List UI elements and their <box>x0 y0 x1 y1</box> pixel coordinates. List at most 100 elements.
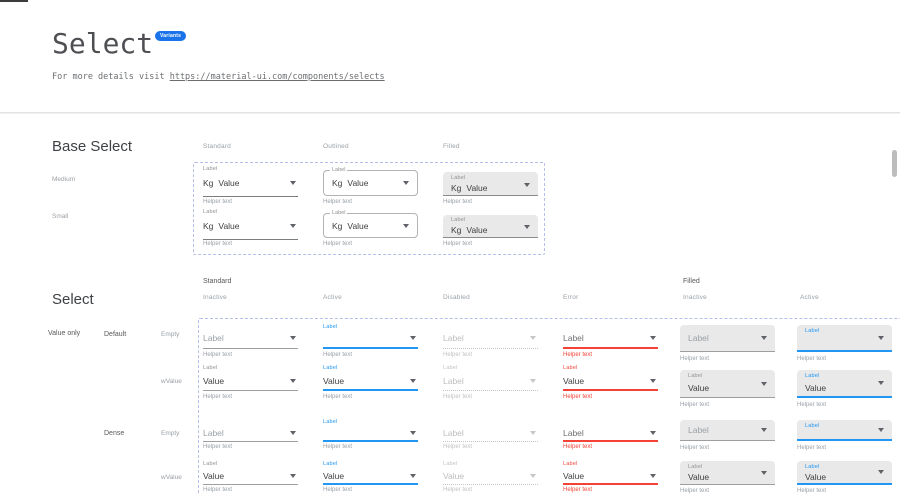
select-control-standard[interactable]: LabelValue <box>203 365 298 391</box>
column-header: Inactive <box>203 294 227 301</box>
select-value: KgValue <box>451 225 488 235</box>
dropdown-arrow-icon <box>530 379 536 383</box>
row-label: Small <box>52 213 68 220</box>
helper-text: Helper text <box>443 241 472 247</box>
select-control-filled[interactable]: LabelValue <box>797 461 892 485</box>
select-value: Value <box>688 383 709 393</box>
row-label: wValue <box>161 378 182 385</box>
dropdown-arrow-icon <box>410 474 416 478</box>
dropdown-arrow-icon <box>878 381 884 385</box>
select-underline <box>563 483 658 485</box>
row-label: Medium <box>52 176 75 183</box>
dropdown-arrow-icon <box>524 225 530 229</box>
select-label: Label <box>805 328 819 334</box>
select-label: Label <box>805 464 819 470</box>
helper-text: Helper text <box>563 444 592 450</box>
helper-text: Helper text <box>323 199 352 205</box>
select-control-standard[interactable]: Label <box>203 324 298 349</box>
select-underline <box>563 389 658 391</box>
top-left-accent-bar <box>0 0 28 2</box>
select-label: Label <box>805 373 819 379</box>
scrollbar-thumb[interactable] <box>892 150 897 177</box>
select-control-standard[interactable]: LabelValue <box>563 365 658 391</box>
select-control-standard[interactable]: Label <box>443 419 538 442</box>
select-value: KgValue <box>332 178 369 188</box>
select-label: Label <box>805 423 819 429</box>
select-control-outlined[interactable]: LabelKgValue <box>323 170 418 196</box>
select-control-standard[interactable]: Label <box>443 324 538 349</box>
row-group-label: Default <box>104 331 126 338</box>
adornment-text: Kg <box>451 225 461 235</box>
dropdown-arrow-icon <box>403 181 409 185</box>
select-placeholder: Label <box>443 333 464 343</box>
select-label: Label <box>203 166 217 172</box>
helper-text: Helper text <box>323 487 352 493</box>
select-control-standard[interactable]: LabelValue <box>323 365 418 391</box>
helper-text: Helper text <box>563 394 592 400</box>
select-control-standard[interactable]: LabelValue <box>443 461 538 485</box>
select-label: Label <box>563 365 577 371</box>
column-header: Filled <box>443 143 460 150</box>
select-label: Label <box>323 419 337 425</box>
select-control-standard[interactable]: LabelKgValue <box>203 166 298 197</box>
subtitle: For more details visit https://material-… <box>52 72 385 82</box>
helper-text: Helper text <box>203 444 232 450</box>
row-label: Empty <box>161 331 179 338</box>
page-title: Select <box>52 30 153 58</box>
select-value-text: Value <box>218 221 239 231</box>
select-control-outlined[interactable]: LabelKgValue <box>323 213 418 238</box>
select-control-filled[interactable]: LabelValue <box>680 461 775 485</box>
select-control-standard[interactable]: Label <box>563 324 658 349</box>
select-underline <box>203 390 298 391</box>
select-control-standard[interactable]: Label <box>323 324 418 349</box>
select-control-filled[interactable]: LabelValue <box>680 370 775 398</box>
select-control-filled[interactable]: LabelKgValue <box>443 215 538 238</box>
select-value: Value <box>203 471 224 481</box>
helper-text: Helper text <box>203 199 232 205</box>
dropdown-arrow-icon <box>530 474 536 478</box>
select-control-filled[interactable]: Label <box>797 420 892 441</box>
select-placeholder: Label <box>563 428 584 438</box>
row-label: wValue <box>161 474 182 481</box>
helper-text: Helper text <box>323 444 352 450</box>
column-header: Active <box>323 294 342 301</box>
helper-text: Helper text <box>443 487 472 493</box>
select-control-standard[interactable]: LabelKgValue <box>203 209 298 240</box>
select-control-standard[interactable]: LabelValue <box>323 461 418 485</box>
select-placeholder: Label <box>203 428 224 438</box>
column-header: Inactive <box>683 294 707 301</box>
select-value: Label <box>443 376 464 386</box>
dropdown-arrow-icon <box>878 470 884 474</box>
select-label: Label <box>203 461 217 467</box>
select-control-filled[interactable]: Label <box>680 420 775 441</box>
dropdown-arrow-icon <box>878 336 884 340</box>
select-placeholder: Label <box>443 428 464 438</box>
dropdown-arrow-icon <box>290 336 296 340</box>
group-header: Standard <box>203 278 231 285</box>
select-control-standard[interactable]: LabelValue <box>563 461 658 485</box>
select-underline <box>203 196 298 197</box>
select-control-standard[interactable]: LabelLabel <box>443 365 538 391</box>
select-control-standard[interactable]: Label <box>323 419 418 442</box>
column-header: Active <box>800 294 819 301</box>
select-heading: Select <box>52 291 94 308</box>
helper-text: Helper text <box>680 402 709 408</box>
helper-text: Helper text <box>797 488 826 494</box>
dropdown-arrow-icon <box>524 183 530 187</box>
select-control-filled[interactable]: Label <box>680 325 775 352</box>
adornment-text: Kg <box>332 178 342 188</box>
column-header: Disabled <box>443 294 470 301</box>
select-control-filled[interactable]: Label <box>797 325 892 352</box>
select-label: Label <box>203 365 217 371</box>
helper-text: Helper text <box>203 394 232 400</box>
select-control-filled[interactable]: LabelKgValue <box>443 172 538 196</box>
select-control-standard[interactable]: Label <box>203 419 298 442</box>
dropdown-arrow-icon <box>410 431 416 435</box>
select-control-standard[interactable]: Label Value <box>203 461 298 485</box>
select-control-filled[interactable]: LabelValue <box>797 370 892 398</box>
docs-link[interactable]: https://material-ui.com/components/selec… <box>170 72 385 82</box>
select-control-standard[interactable]: Label <box>563 419 658 442</box>
helper-text: Helper text <box>203 241 232 247</box>
dropdown-arrow-icon <box>403 224 409 228</box>
select-label: Label <box>451 175 465 181</box>
